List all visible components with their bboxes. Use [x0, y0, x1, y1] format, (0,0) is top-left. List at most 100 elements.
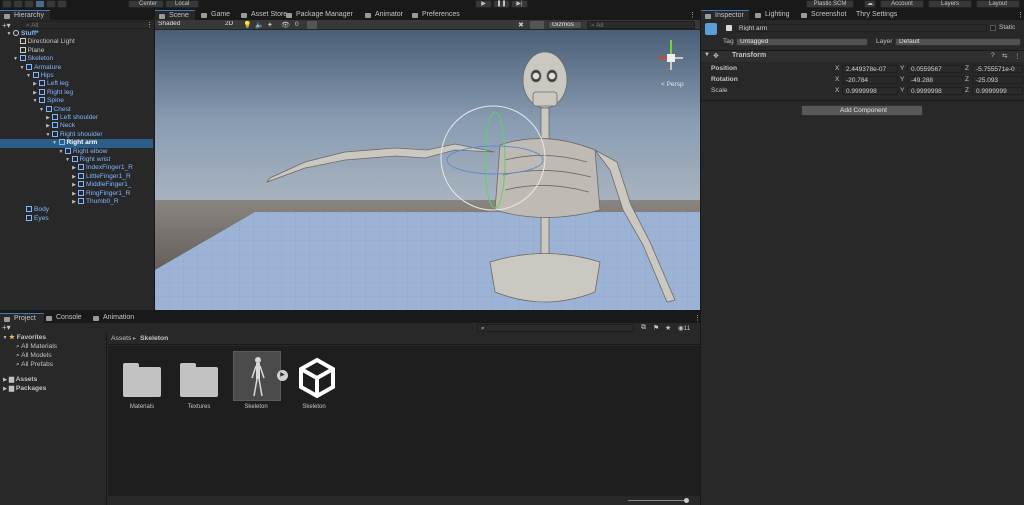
collapsed-arrow-icon[interactable]: ▶	[71, 164, 77, 172]
expand-asset-button[interactable]: ▶	[277, 370, 288, 381]
account-dropdown[interactable]: Account	[880, 0, 924, 8]
expanded-arrow-icon[interactable]: ▼	[26, 72, 32, 80]
transform-header[interactable]: ▼ ✥ Transform ? ⇆ ⋮	[701, 51, 1024, 62]
scale-y-field[interactable]: 0.9999998	[907, 87, 963, 95]
rotate-tool-button[interactable]	[24, 0, 34, 8]
hierarchy-item[interactable]: ▼ Right elbow	[58, 147, 107, 156]
play-button[interactable]: ▶	[475, 0, 492, 8]
favorites-all-prefabs[interactable]: ⌕ All Prefabs	[16, 361, 53, 369]
step-button[interactable]: ▶|	[511, 0, 528, 8]
scale-tool-button[interactable]	[35, 0, 45, 8]
object-name-field[interactable]: Right arm	[735, 24, 987, 32]
scene-view[interactable]: Shaded 2D 💡 🔈 ✦ 👁 0 ✖ Gizmos ⌕ All < Per…	[155, 20, 700, 310]
rotation-x-label[interactable]: X	[835, 76, 839, 84]
scale-z-field[interactable]: 0.9999999	[972, 87, 1023, 95]
rotation-x-field[interactable]: -20.784	[842, 76, 898, 84]
scene-viewport[interactable]	[155, 30, 700, 310]
asset-tile-materials[interactable]	[122, 359, 162, 399]
expanded-arrow-icon[interactable]: ▼	[6, 30, 12, 38]
expanded-arrow-icon[interactable]: ▼	[65, 156, 71, 164]
2d-toggle[interactable]: 2D	[222, 21, 234, 29]
tab-package-manager[interactable]: Package Manager	[282, 10, 353, 20]
add-object-button[interactable]: +▾	[2, 21, 11, 30]
tag-dropdown[interactable]: Untagged	[736, 38, 868, 46]
hierarchy-search-input[interactable]: ⌕ All	[22, 21, 150, 29]
layers-dropdown[interactable]: Layers	[928, 0, 972, 8]
thumbnail-size-slider[interactable]	[628, 500, 686, 501]
asset-tile-skeleton-model[interactable]	[233, 351, 281, 401]
project-menu-icon[interactable]: ⋮	[694, 314, 701, 322]
expanded-arrow-icon[interactable]: ▼	[39, 106, 45, 114]
rotation-y-label[interactable]: Y	[900, 76, 904, 84]
hierarchy-item[interactable]: ▶ LittleFinger1_R	[71, 172, 131, 181]
expanded-arrow-icon[interactable]: ▼	[32, 97, 38, 105]
tab-animation[interactable]: Animation	[89, 313, 139, 323]
hierarchy-item[interactable]: ▼ Chest	[39, 105, 71, 114]
favorites-all-models[interactable]: ⌕ All Models	[16, 352, 52, 360]
hierarchy-item[interactable]: ▶ IndexFinger1_R	[71, 164, 133, 172]
pivot-local-button[interactable]: Local	[165, 0, 199, 8]
scale-y-label[interactable]: Y	[900, 87, 904, 95]
hierarchy-item[interactable]: ▶ Left leg	[32, 80, 69, 88]
expanded-arrow-icon[interactable]: ▼	[45, 131, 51, 139]
tab-project[interactable]: Project	[0, 313, 44, 323]
light-toggle-icon[interactable]: 💡	[243, 21, 252, 29]
hierarchy-item[interactable]: ▼ Armature	[19, 63, 61, 72]
preset-icon[interactable]: ⇆	[1002, 52, 1007, 60]
favorites-all-materials[interactable]: ⌕ All Materials	[16, 343, 57, 351]
position-z-field[interactable]: -5.755571e-0	[972, 65, 1023, 73]
scene-options-icon[interactable]: ⋮	[146, 21, 153, 29]
packages-folder-item[interactable]: ▶ ▆ Packages	[2, 385, 46, 393]
rotation-z-field[interactable]: -25.093	[972, 76, 1023, 84]
scale-z-label[interactable]: Z	[965, 87, 969, 95]
help-icon[interactable]: ?	[991, 52, 995, 59]
collapsed-arrow-icon[interactable]: ▶	[71, 190, 77, 198]
hierarchy-item[interactable]: Directional Light	[13, 38, 75, 46]
hierarchy-item[interactable]: Body	[19, 206, 49, 214]
layout-dropdown[interactable]: Layout	[976, 0, 1020, 8]
assets-folder-item[interactable]: ▶ ▆ Assets	[2, 376, 37, 384]
rect-tool-button[interactable]	[46, 0, 56, 8]
hierarchy-item[interactable]: ▼ Right wrist	[65, 156, 110, 164]
scale-x-label[interactable]: X	[835, 87, 839, 95]
shading-mode-dropdown[interactable]: Shaded	[155, 21, 219, 29]
asset-tile-textures[interactable]	[179, 359, 219, 399]
expanded-arrow-icon[interactable]: ▼	[58, 148, 64, 156]
position-z-label[interactable]: Z	[965, 65, 969, 73]
rotation-y-field[interactable]: -49.288	[907, 76, 963, 84]
tab-game[interactable]: Game	[197, 10, 235, 20]
transform-tool-button[interactable]	[57, 0, 67, 8]
collapsed-arrow-icon[interactable]: ▶	[32, 89, 38, 97]
static-checkbox[interactable]	[990, 25, 996, 31]
tab-scene[interactable]: Scene	[155, 10, 195, 20]
breadcrumb-assets[interactable]: Assets	[111, 335, 131, 342]
filter-label-icon[interactable]: ⚑	[653, 324, 659, 332]
move-tool-button[interactable]	[13, 0, 23, 8]
tab-console[interactable]: Console	[42, 313, 86, 323]
hierarchy-item[interactable]: ▶ MiddleFinger1_	[71, 181, 131, 189]
favorite-star-icon[interactable]: ★	[665, 324, 671, 332]
active-checkbox[interactable]	[726, 25, 732, 31]
hierarchy-item[interactable]: ▼ Right shoulder	[45, 130, 103, 139]
position-x-field[interactable]: 2.449378e-07	[842, 65, 898, 73]
component-menu-icon[interactable]: ⋮	[1014, 52, 1021, 60]
tab-inspector[interactable]: Inspector	[701, 10, 749, 20]
position-x-label[interactable]: X	[835, 65, 839, 73]
collapsed-arrow-icon[interactable]: ▶	[45, 122, 51, 130]
hierarchy-item[interactable]: ▼ Right arm	[52, 139, 97, 147]
hidden-packages-count[interactable]: ◉11	[678, 324, 690, 332]
grid-toggle[interactable]	[307, 21, 317, 29]
scale-x-field[interactable]: 0.9999998	[842, 87, 898, 95]
inspector-menu-icon[interactable]: ⋮	[1017, 11, 1024, 19]
expanded-arrow-icon[interactable]: ▼	[13, 55, 19, 63]
scene-menu-icon[interactable]: ⋮	[689, 11, 696, 19]
expanded-arrow-icon[interactable]: ▼	[52, 139, 58, 147]
perspective-label[interactable]: < Persp	[661, 81, 684, 88]
plastic-scm-button[interactable]: Plastic SCM	[806, 0, 854, 8]
hierarchy-item[interactable]: ▼ Stuff*	[6, 30, 39, 38]
add-component-button[interactable]: Add Component	[801, 105, 923, 116]
hierarchy-item[interactable]: ▶ RingFinger1_R	[71, 189, 130, 198]
layer-dropdown[interactable]: Default	[895, 38, 1021, 46]
project-search-input[interactable]: ⌕	[477, 324, 634, 332]
thumbnail-size-handle[interactable]	[684, 498, 689, 503]
